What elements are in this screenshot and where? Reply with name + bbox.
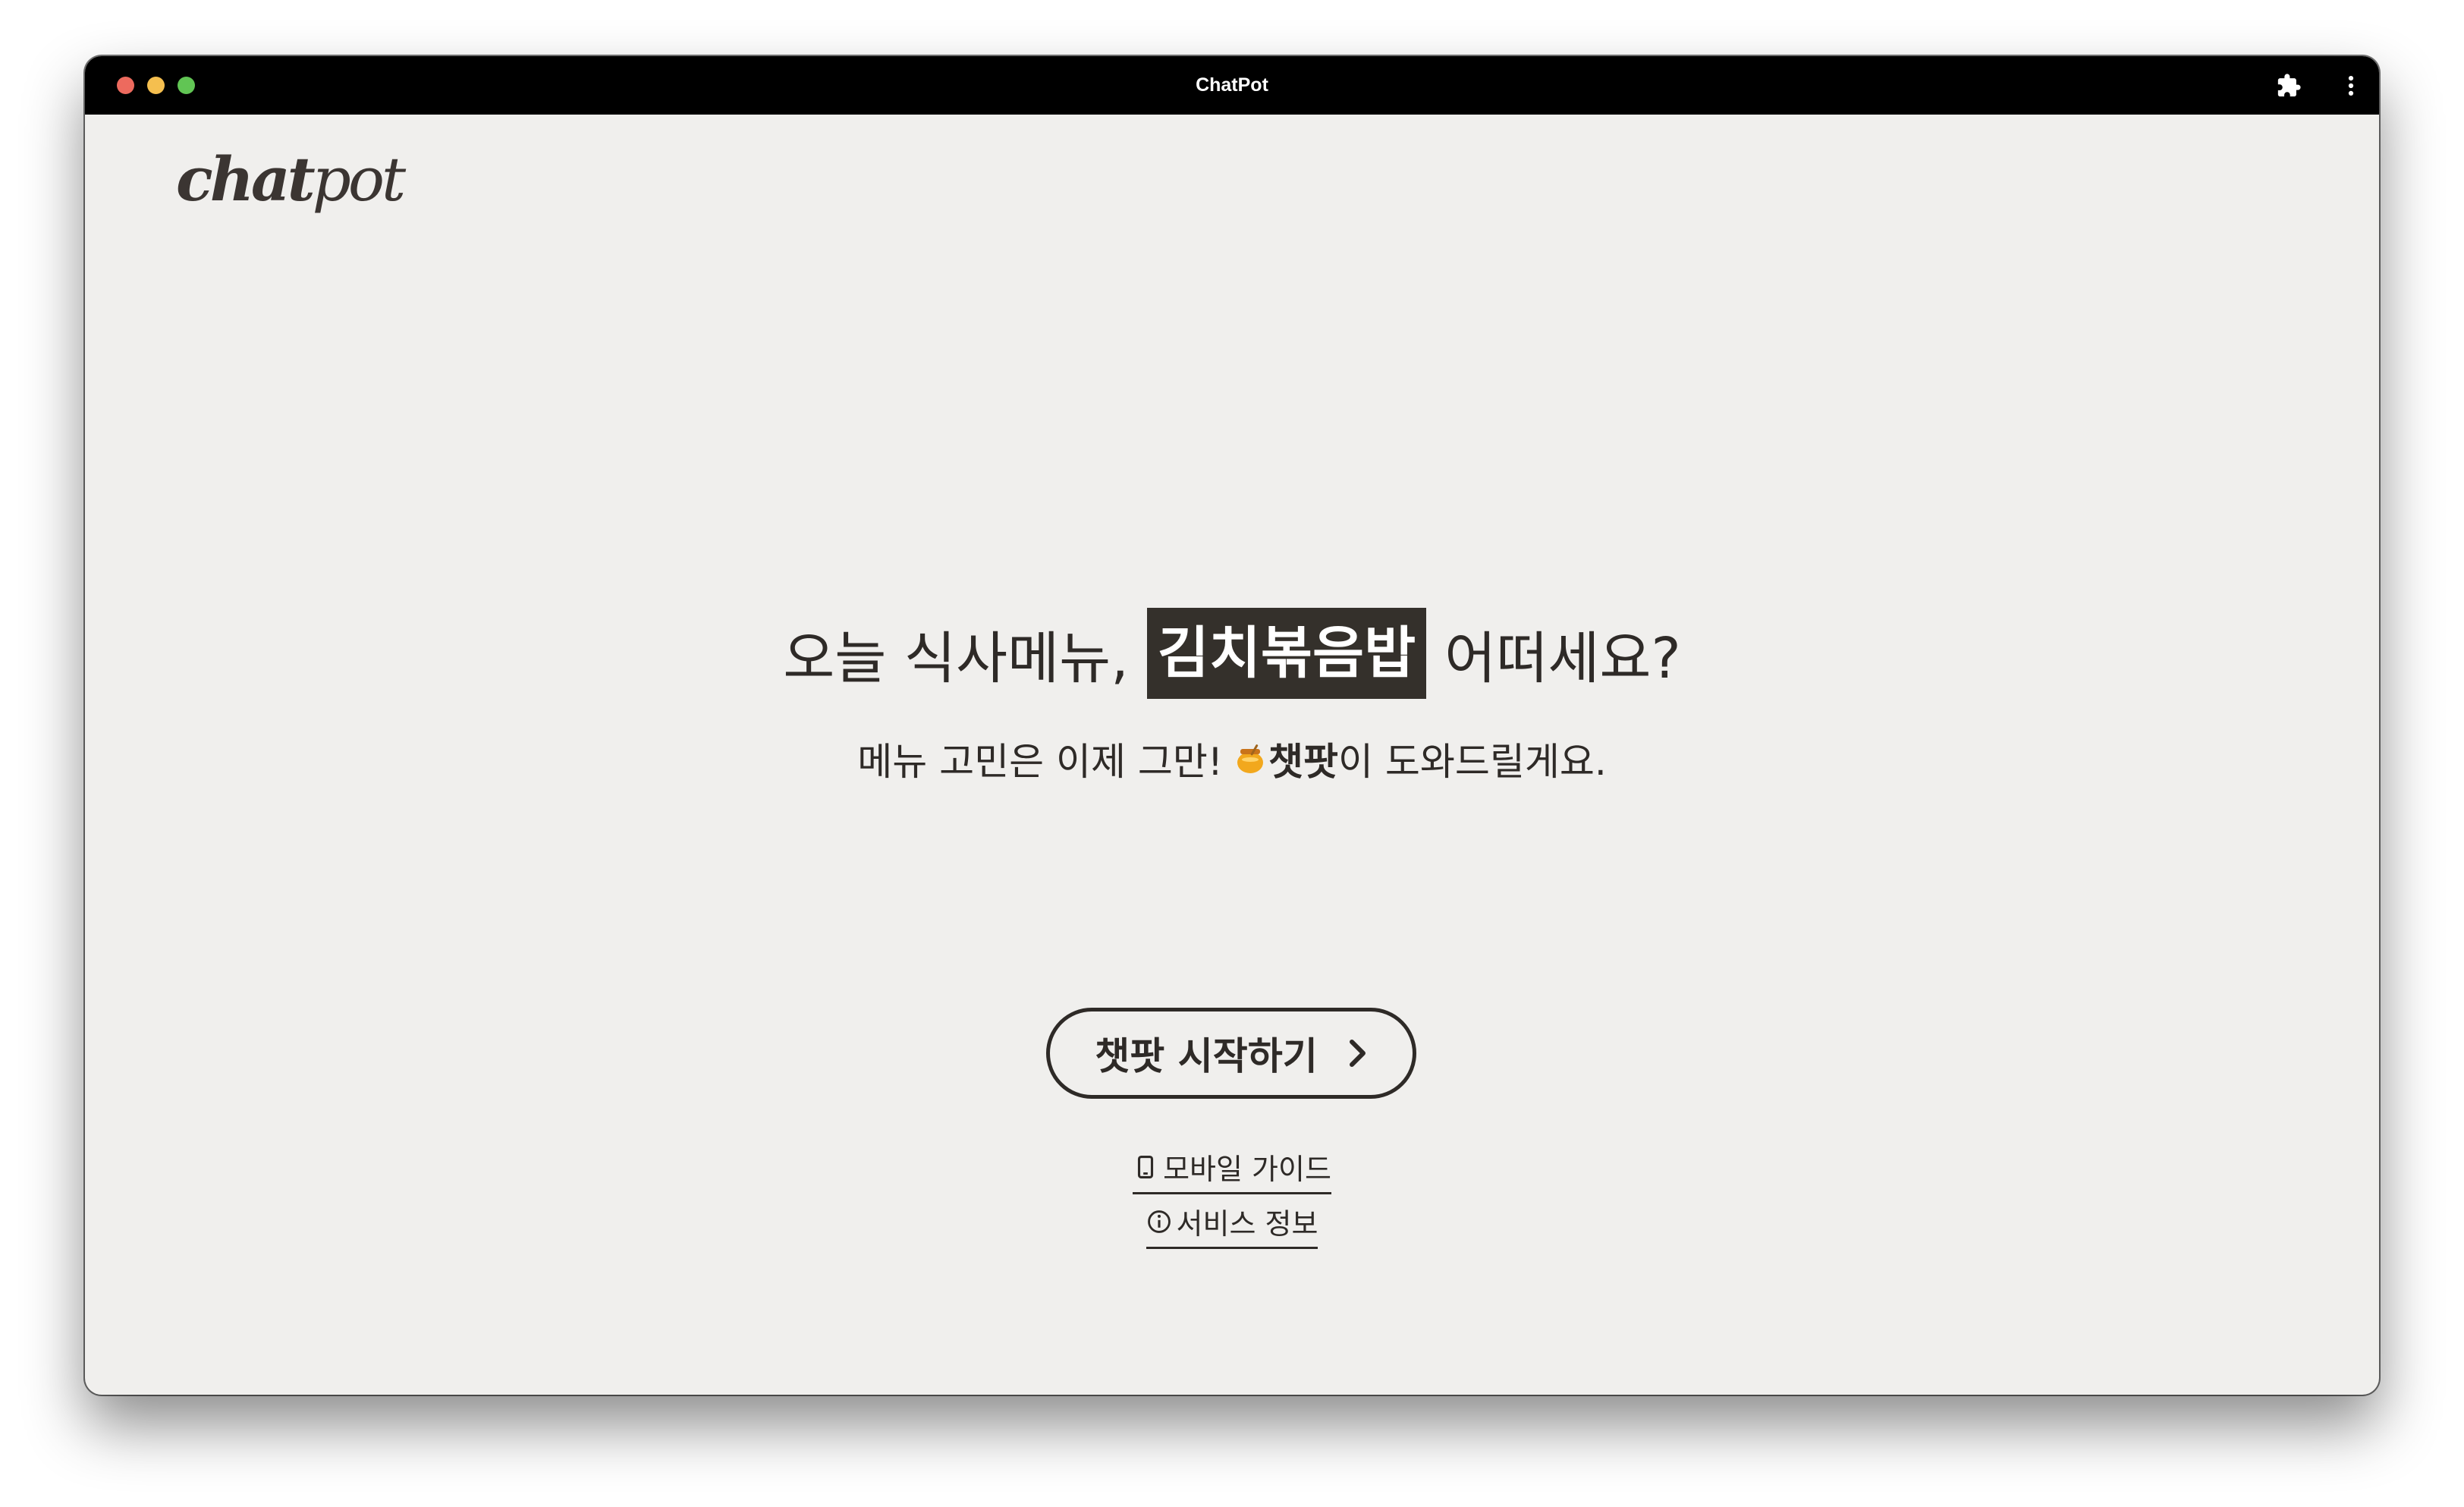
info-icon <box>1147 1210 1171 1233</box>
honey-pot-icon <box>1237 744 1263 773</box>
hero-subtitle: 메뉴 고민은 이제 그만! 챗팟 이 도와드릴게요. <box>85 728 2379 789</box>
mobile-guide-link[interactable]: 모바일 가이드 <box>1133 1146 1331 1194</box>
start-button-label: 챗팟 시작하기 <box>1095 1034 1318 1078</box>
chevron-right-icon <box>1349 1040 1366 1067</box>
logo-bold-part: chat <box>176 143 316 215</box>
chatpot-logo[interactable]: chatpot <box>176 149 406 210</box>
service-info-row: 서비스 정보 <box>85 1200 2379 1249</box>
service-info-label: 서비스 정보 <box>1176 1207 1318 1241</box>
subtitle-brand: 챗팟 <box>1268 740 1338 784</box>
subtitle-before: 메뉴 고민은 이제 그만! <box>857 740 1223 784</box>
puzzle-extension-icon[interactable] <box>2276 73 2302 99</box>
more-options-icon[interactable] <box>2342 73 2360 99</box>
headline-after: 어떠세요? <box>1444 625 1681 691</box>
mobile-guide-row: 모바일 가이드 <box>85 1146 2379 1194</box>
hero-headline: 오늘 식사메뉴, 김치볶음밥 어떠세요? <box>85 608 2379 699</box>
service-info-link[interactable]: 서비스 정보 <box>1146 1200 1318 1249</box>
title-bar: ChatPot <box>85 56 2379 115</box>
mobile-guide-label: 모바일 가이드 <box>1163 1153 1331 1186</box>
headline-before: 오늘 식사메뉴, <box>783 625 1129 691</box>
subtitle-after: 이 도와드릴게요. <box>1337 740 1607 784</box>
menu-suggestion-highlight: 김치볶음밥 <box>1146 608 1427 699</box>
logo-light-part: pot <box>312 144 407 215</box>
start-chatpot-button[interactable]: 챗팟 시작하기 <box>1046 1008 1416 1099</box>
window-title: ChatPot <box>1196 74 1268 96</box>
browser-window: ChatPot chatpot 오늘 식사메뉴, 김치볶음밥 어떠세요? 메뉴 … <box>85 56 2379 1395</box>
mobile-phone-icon <box>1138 1155 1154 1178</box>
